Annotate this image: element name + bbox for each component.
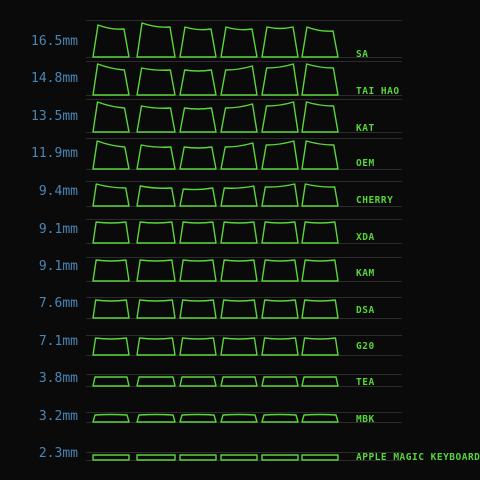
- profile-label-kam: KAM: [356, 268, 375, 279]
- keycap-oem: [92, 140, 130, 170]
- profile-label-dsa: DSA: [356, 305, 375, 316]
- height-label-apple-magic-keyboard: 2.3mm: [38, 446, 78, 461]
- keycap-xda: [301, 221, 339, 244]
- keycap-sa: [136, 22, 176, 58]
- keycap-tea: [301, 376, 339, 387]
- keycap-xda: [261, 221, 299, 244]
- profile-label-tai-hao: TAI HAO: [356, 86, 400, 97]
- keycap-sa: [261, 26, 299, 58]
- keycap-sa: [92, 24, 130, 58]
- keycap-kat: [179, 107, 217, 133]
- keycap-tai-hao: [136, 67, 176, 96]
- profile-label-cherry: CHERRY: [356, 195, 394, 206]
- keycap-dsa: [92, 299, 130, 319]
- keycap-dsa: [220, 299, 258, 319]
- height-label-tea: 3.8mm: [38, 371, 78, 386]
- keycap-kam: [92, 259, 130, 282]
- profile-label-sa: SA: [356, 49, 369, 60]
- keycap-cherry: [136, 185, 176, 207]
- height-label-kam: 9.1mm: [38, 259, 78, 274]
- keycap-kam: [179, 259, 217, 282]
- profile-label-tea: TEA: [356, 377, 375, 388]
- keycap-kat: [92, 101, 130, 133]
- keycap-mbk: [136, 413, 176, 423]
- keycap-tai-hao: [179, 69, 217, 96]
- keycap-tea: [92, 376, 130, 387]
- keycap-mbk: [179, 413, 217, 423]
- keycap-g20: [179, 337, 217, 356]
- keycap-apple-magic-keyboard: [179, 454, 217, 461]
- keycap-tai-hao: [92, 63, 130, 96]
- keycap-tea: [136, 376, 176, 387]
- profile-label-oem: OEM: [356, 158, 375, 169]
- keycap-tai-hao: [301, 63, 339, 96]
- keycap-oem: [301, 140, 339, 170]
- keycap-apple-magic-keyboard: [136, 454, 176, 461]
- keycap-kat: [261, 101, 299, 133]
- keycap-g20: [92, 337, 130, 356]
- keycap-oem: [261, 140, 299, 170]
- keycap-dsa: [261, 299, 299, 319]
- keycap-kam: [301, 259, 339, 282]
- height-label-dsa: 7.6mm: [38, 296, 78, 311]
- profile-label-mbk: MBK: [356, 414, 375, 425]
- keycap-sa: [220, 26, 258, 58]
- keycap-kat: [301, 101, 339, 133]
- keycap-mbk: [92, 413, 130, 423]
- keycap-sa: [179, 26, 217, 58]
- keycap-kam: [136, 259, 176, 282]
- keycap-mbk: [301, 413, 339, 423]
- keycap-apple-magic-keyboard: [220, 454, 258, 461]
- keycap-dsa: [301, 299, 339, 319]
- profile-label-xda: XDA: [356, 232, 375, 243]
- keycap-cherry: [179, 187, 217, 207]
- profile-label-kat: KAT: [356, 123, 375, 134]
- keycap-cherry: [261, 183, 299, 207]
- height-label-kat: 13.5mm: [31, 109, 78, 124]
- keycap-oem: [220, 142, 258, 170]
- profile-label-apple-magic-keyboard: APPLE MAGIC KEYBOARD: [356, 452, 480, 463]
- keycap-apple-magic-keyboard: [261, 454, 299, 461]
- keycap-tai-hao: [261, 63, 299, 96]
- height-label-sa: 16.5mm: [31, 34, 78, 49]
- keycap-kat: [136, 105, 176, 133]
- keycap-apple-magic-keyboard: [92, 454, 130, 461]
- height-label-xda: 9.1mm: [38, 222, 78, 237]
- height-label-tai-hao: 14.8mm: [31, 71, 78, 86]
- profile-label-g20: G20: [356, 341, 375, 352]
- keycap-xda: [179, 221, 217, 244]
- keycap-dsa: [179, 299, 217, 319]
- keycap-g20: [261, 337, 299, 356]
- keycap-xda: [220, 221, 258, 244]
- keycap-tea: [220, 376, 258, 387]
- keycap-tai-hao: [220, 65, 258, 96]
- keycap-tea: [179, 376, 217, 387]
- keycap-sa: [301, 26, 339, 58]
- keycap-mbk: [261, 413, 299, 423]
- height-label-mbk: 3.2mm: [38, 409, 78, 424]
- keycap-cherry: [92, 183, 130, 207]
- keycap-kat: [220, 103, 258, 133]
- height-label-g20: 7.1mm: [38, 334, 78, 349]
- keycap-dsa: [136, 299, 176, 319]
- keycap-tea: [261, 376, 299, 387]
- keycap-profile-comparison: 16.5mm SA 14.8mm TAI HAO 13.5mm KAT 11.9…: [0, 0, 480, 480]
- height-label-oem: 11.9mm: [31, 146, 78, 161]
- height-label-cherry: 9.4mm: [38, 184, 78, 199]
- keycap-g20: [301, 337, 339, 356]
- keycap-cherry: [301, 183, 339, 207]
- keycap-g20: [136, 337, 176, 356]
- keycap-xda: [92, 221, 130, 244]
- keycap-kam: [261, 259, 299, 282]
- keycap-mbk: [220, 413, 258, 423]
- keycap-apple-magic-keyboard: [301, 454, 339, 461]
- keycap-g20: [220, 337, 258, 356]
- keycap-oem: [179, 146, 217, 170]
- keycap-oem: [136, 144, 176, 170]
- keycap-kam: [220, 259, 258, 282]
- keycap-xda: [136, 221, 176, 244]
- keycap-cherry: [220, 185, 258, 207]
